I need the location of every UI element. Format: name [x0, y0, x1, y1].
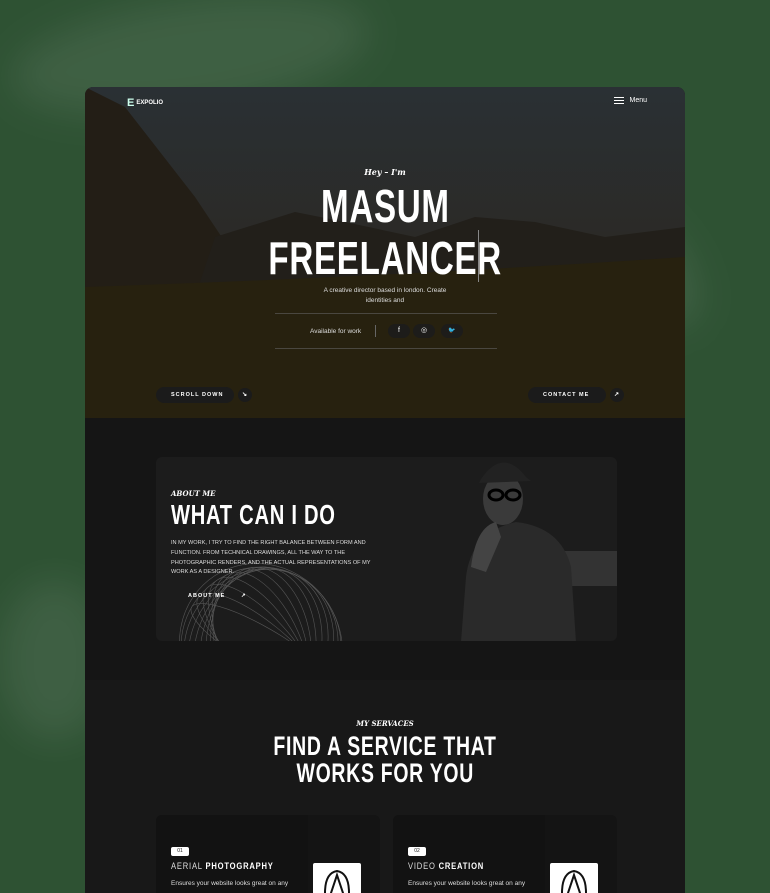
service-title: AERIAL PHOTOGRAPHY — [171, 861, 274, 872]
pen-tool-icon — [313, 863, 361, 893]
pen-tool-icon — [550, 863, 598, 893]
service-title-light: AERIAL — [171, 861, 203, 872]
about-text: In my work, I try to find the right bala… — [171, 540, 371, 576]
service-title-bold: PHOTOGRAPHY — [205, 861, 274, 872]
hamburger-icon — [614, 97, 625, 104]
services-title-text: WORKS FOR YOU — [296, 758, 474, 788]
services-section: MY SERVACES FIND A SERVICE THAT WORKS FO… — [85, 680, 685, 893]
logo-mark-icon: E — [127, 97, 135, 109]
availability-text: Available for work — [310, 328, 362, 335]
services-title-line2: WORKS FOR YOU — [85, 760, 685, 787]
twitter-icon[interactable]: 🐦 — [441, 324, 463, 338]
about-section: ABOUT ME WHAT CAN I DO In my work, I try… — [85, 418, 685, 680]
service-description: Ensures your website looks great on any — [408, 880, 526, 887]
contact-me-button[interactable]: CONTACT ME ↗ — [528, 387, 624, 403]
hero-name-line2: FREELANCER — [268, 232, 502, 284]
divider — [275, 348, 497, 349]
service-card[interactable]: 01 AERIAL PHOTOGRAPHY Ensures your websi… — [156, 815, 380, 893]
service-title: VIDEO CREATION — [408, 861, 484, 872]
wire-ring — [202, 583, 320, 641]
about-title: WHAT CAN I DO — [171, 500, 400, 530]
services-eyebrow: MY SERVACES — [356, 719, 414, 728]
instagram-icon[interactable]: ◎ — [413, 324, 435, 338]
hero-name-line1: MASUM — [320, 180, 450, 232]
arrow-up-right-icon: ↗ — [241, 593, 247, 599]
hero-section: E EXPOLIO Menu Hey – I'm MASUM FREELANCER… — [85, 87, 685, 418]
scroll-down-button[interactable]: SCROLL DOWN ↘ — [156, 387, 252, 403]
about-me-button[interactable]: ABOUT ME ↗ — [171, 588, 251, 604]
text-cursor — [478, 230, 479, 282]
menu-button[interactable]: Menu — [614, 97, 647, 104]
service-description: Ensures your website looks great on any — [171, 880, 289, 887]
portrait-photo — [461, 462, 576, 641]
divider — [275, 313, 497, 314]
logo-text: EXPOLIO — [136, 100, 164, 106]
facebook-icon[interactable]: f — [388, 324, 410, 338]
service-number: 01 — [171, 847, 189, 856]
divider — [375, 325, 376, 337]
hero-greeting: Hey – I'm — [364, 167, 406, 177]
about-card: ABOUT ME WHAT CAN I DO In my work, I try… — [156, 457, 617, 641]
service-title-light: VIDEO — [408, 861, 436, 872]
service-card[interactable]: 02 VIDEO CREATION Ensures your website l… — [393, 815, 617, 893]
about-title-text: WHAT CAN I DO — [171, 499, 336, 530]
service-number: 02 — [408, 847, 426, 856]
contact-me-label: CONTACT ME — [543, 392, 590, 398]
arrow-down-right-icon: ↘ — [238, 388, 252, 402]
arrow-up-right-icon: ↗ — [610, 388, 624, 402]
hero-subtitle: A creative director based in london. Cre… — [323, 287, 447, 304]
website-window: E EXPOLIO Menu Hey – I'm MASUM FREELANCER… — [85, 87, 685, 893]
menu-label: Menu — [629, 97, 647, 104]
services-title-text: FIND A SERVICE THAT — [273, 731, 497, 761]
about-eyebrow: ABOUT ME — [171, 489, 216, 498]
hero-role: FREELANCER — [85, 235, 685, 281]
about-me-label: ABOUT ME — [188, 593, 226, 599]
scroll-down-label: SCROLL DOWN — [171, 392, 224, 398]
logo[interactable]: E EXPOLIO — [127, 97, 163, 109]
hero-name: MASUM — [85, 183, 685, 229]
service-title-bold: CREATION — [438, 861, 485, 872]
services-title-line1: FIND A SERVICE THAT — [85, 733, 685, 760]
